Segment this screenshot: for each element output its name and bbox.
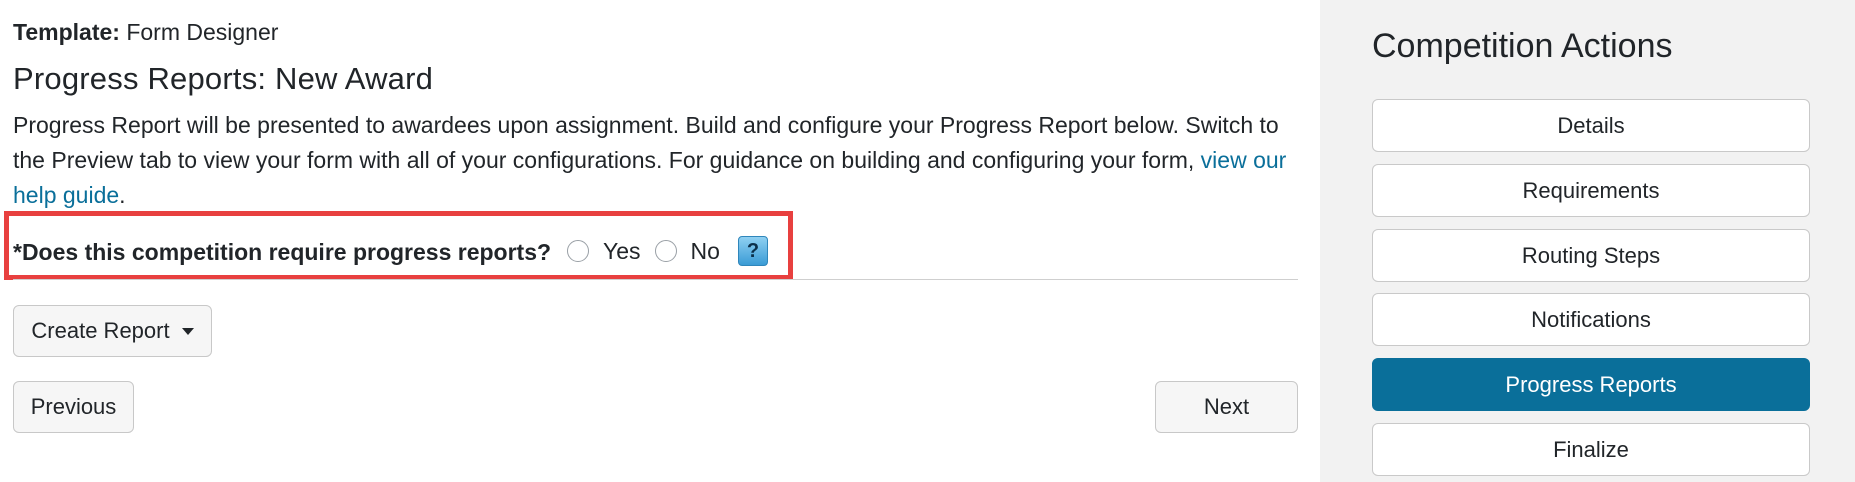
divider	[13, 279, 1298, 280]
description-end: .	[119, 182, 126, 208]
main-content: Template: Form Designer Progress Reports…	[0, 0, 1320, 482]
sidebar-item-finalize[interactable]: Finalize	[1372, 423, 1810, 476]
sidebar-item-requirements[interactable]: Requirements	[1372, 164, 1810, 217]
sidebar-item-progress-reports[interactable]: Progress Reports	[1372, 358, 1810, 411]
sidebar-item-routing-steps[interactable]: Routing Steps	[1372, 229, 1810, 282]
next-button[interactable]: Next	[1155, 381, 1298, 433]
page-title: Progress Reports: New Award	[13, 61, 434, 96]
create-report-dropdown-button[interactable]: Create Report	[13, 305, 212, 357]
template-info: Template: Form Designer	[13, 17, 278, 47]
description-text: Progress Report will be presented to awa…	[13, 112, 1279, 173]
caret-down-icon	[181, 327, 194, 335]
template-value: Form Designer	[126, 19, 279, 45]
question-icon[interactable]: ?	[737, 236, 768, 266]
template-label: Template:	[13, 19, 120, 45]
radio-no-label[interactable]: No	[691, 236, 720, 266]
previous-button[interactable]: Previous	[13, 381, 134, 433]
radio-yes[interactable]	[567, 240, 589, 262]
page-description: Progress Report will be presented to awa…	[13, 108, 1303, 213]
sidebar-title: Competition Actions	[1372, 27, 1673, 65]
sidebar-item-notifications[interactable]: Notifications	[1372, 293, 1810, 346]
radio-yes-label[interactable]: Yes	[603, 236, 641, 266]
progress-reports-radio-group: Yes No ?	[567, 236, 768, 266]
sidebar-item-details[interactable]: Details	[1372, 99, 1810, 152]
progress-reports-question: *Does this competition require progress …	[13, 239, 552, 265]
radio-no[interactable]	[654, 240, 677, 262]
create-report-label: Create Report	[31, 318, 170, 343]
